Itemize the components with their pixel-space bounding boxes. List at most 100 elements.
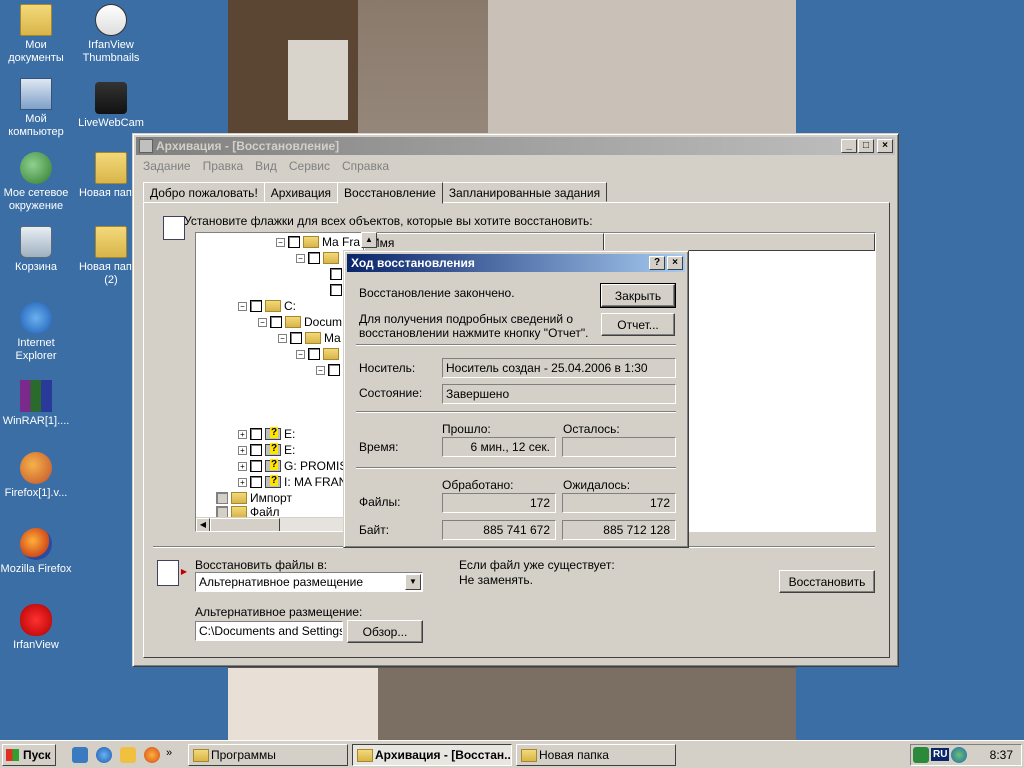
tree-node[interactable]: + E: <box>238 427 295 441</box>
menu-tools[interactable]: Сервис <box>283 157 336 175</box>
tab-backup[interactable]: Архивация <box>263 182 339 202</box>
collapse-icon[interactable]: − <box>296 253 305 263</box>
tree-node[interactable]: − <box>296 251 342 265</box>
menu-help[interactable]: Справка <box>336 157 395 175</box>
scroll-up-icon[interactable]: ▲ <box>361 232 377 248</box>
tree-checkbox[interactable] <box>250 476 262 488</box>
desktop-icon-my-documents[interactable]: Мои документы <box>0 4 72 65</box>
tree-node[interactable]: Импорт <box>216 491 292 505</box>
column-extra[interactable] <box>604 233 875 251</box>
menu-view[interactable]: Вид <box>249 157 283 175</box>
task-programs[interactable]: Программы <box>188 744 348 766</box>
tab-restore[interactable]: Восстановление <box>337 182 443 204</box>
column-name[interactable]: Имя <box>364 233 604 251</box>
tree-checkbox[interactable] <box>250 460 262 472</box>
window-title: Архивация - [Восстановление] <box>156 139 340 153</box>
menu-task[interactable]: Задание <box>137 157 197 175</box>
network-tray-icon[interactable] <box>951 747 967 763</box>
tree-label: C: <box>284 299 296 313</box>
desktop-icon-internet-explorer[interactable]: Internet Explorer <box>0 302 72 363</box>
dialog-titlebar[interactable]: Ход восстановления ? × <box>347 254 685 272</box>
collapse-icon[interactable]: − <box>296 349 305 359</box>
clock[interactable]: 8:37 <box>990 748 1013 762</box>
desktop-icon-irfanview-thumbnails[interactable]: IrfanView Thumbnails <box>75 4 147 65</box>
tree-checkbox[interactable] <box>216 492 228 504</box>
firefox-installer-icon <box>20 452 52 484</box>
tree-checkbox[interactable] <box>308 348 320 360</box>
language-indicator[interactable]: RU <box>931 748 950 761</box>
desktop-icon-mozilla-firefox[interactable]: Mozilla Firefox <box>0 528 72 576</box>
browse-button[interactable]: Обзор... <box>347 620 423 643</box>
bytes-processed-field: 885 741 672 <box>442 520 556 540</box>
desktop-icon-firefox-installer[interactable]: Firefox[1].v... <box>0 452 72 500</box>
tree-checkbox[interactable] <box>250 428 262 440</box>
tree-checkbox[interactable] <box>330 284 342 296</box>
window-titlebar[interactable]: Архивация - [Восстановление] _ □ × <box>136 137 895 155</box>
expand-icon[interactable]: + <box>238 461 247 471</box>
expand-icon[interactable]: + <box>238 429 247 439</box>
start-button[interactable]: Пуск <box>2 744 56 766</box>
files-processed-field: 172 <box>442 493 556 513</box>
tree-node[interactable]: − Ma Fra <box>276 235 360 249</box>
alt-location-input[interactable]: C:\Documents and Settings\A <box>195 621 343 641</box>
tree-node[interactable]: + I: MA FRAN <box>238 475 347 489</box>
close-window-button[interactable]: × <box>877 139 893 153</box>
tab-scheduled-jobs[interactable]: Запланированные задания <box>441 182 608 202</box>
tree-checkbox[interactable] <box>328 364 340 376</box>
tree-checkbox[interactable] <box>250 444 262 456</box>
collapse-icon[interactable]: − <box>278 333 287 343</box>
collapse-icon[interactable]: − <box>276 237 285 247</box>
minimize-button[interactable]: _ <box>841 139 857 153</box>
collapse-icon[interactable]: − <box>258 317 267 327</box>
tree-node[interactable]: − <box>316 363 343 377</box>
chevron-right-icon[interactable]: » <box>166 747 172 759</box>
tree-checkbox[interactable] <box>290 332 302 344</box>
tree-node[interactable]: − C: <box>238 299 296 313</box>
close-button[interactable]: Закрыть <box>600 283 676 308</box>
report-button[interactable]: Отчет... <box>601 313 675 336</box>
tree-checkbox[interactable] <box>308 252 320 264</box>
tree-node[interactable]: + E: <box>238 443 295 457</box>
tree-checkbox[interactable] <box>330 268 342 280</box>
show-desktop-icon[interactable] <box>72 747 88 763</box>
desktop-icon-winrar[interactable]: WinRAR[1].... <box>0 380 72 428</box>
desktop-icon-network[interactable]: Мое сетевое окружение <box>0 152 72 213</box>
task-new-folder[interactable]: Новая папка <box>516 744 676 766</box>
tab-welcome[interactable]: Добро пожаловать! <box>143 182 265 202</box>
restore-button[interactable]: Восстановить <box>779 570 875 593</box>
restore-hint: Установите флажки для всех объектов, кот… <box>184 214 593 228</box>
tree-checkbox[interactable] <box>288 236 300 248</box>
desktop-icon-irfanview[interactable]: IrfanView <box>0 604 72 652</box>
help-button[interactable]: ? <box>649 256 665 270</box>
task-backup[interactable]: Архивация - [Восстан... <box>352 744 512 766</box>
restore-to-select[interactable]: Альтернативное размещение ▼ <box>195 572 423 592</box>
menu-edit[interactable]: Правка <box>197 157 250 175</box>
ie-icon[interactable] <box>96 747 112 763</box>
chevron-down-icon[interactable]: ▼ <box>405 574 421 590</box>
tree-node[interactable]: − <box>296 347 342 361</box>
tree-node[interactable]: − Docum <box>258 315 342 329</box>
expand-icon[interactable]: + <box>238 445 247 455</box>
firefox-icon[interactable] <box>144 747 160 763</box>
outlook-icon[interactable] <box>120 747 136 763</box>
tray-app-icon[interactable] <box>913 747 929 763</box>
collapse-icon[interactable]: − <box>238 301 247 311</box>
close-dialog-button[interactable]: × <box>667 256 683 270</box>
remaining-label: Осталось: <box>563 422 620 436</box>
expand-icon[interactable]: + <box>238 477 247 487</box>
desktop-icon-livewebcam[interactable]: LiveWebCam <box>75 82 147 130</box>
network-icon <box>20 152 52 184</box>
maximize-button[interactable]: □ <box>858 139 874 153</box>
collapse-icon[interactable]: − <box>316 365 325 375</box>
time-label: Время: <box>359 440 399 454</box>
desktop-icon-my-computer[interactable]: Мой компьютер <box>0 78 72 139</box>
tree-label: Импорт <box>250 491 292 505</box>
scroll-left-icon[interactable]: ◀ <box>196 518 210 531</box>
tree-checkbox[interactable] <box>250 300 262 312</box>
tree-node[interactable]: + G: PROMIS <box>238 459 347 473</box>
tree-checkbox[interactable] <box>270 316 282 328</box>
restore-to-value: Альтернативное размещение <box>199 575 364 589</box>
scrollbar-thumb[interactable] <box>210 518 280 531</box>
desktop-icon-recycle-bin[interactable]: Корзина <box>0 226 72 274</box>
tree-node[interactable]: − Ma <box>278 331 341 345</box>
